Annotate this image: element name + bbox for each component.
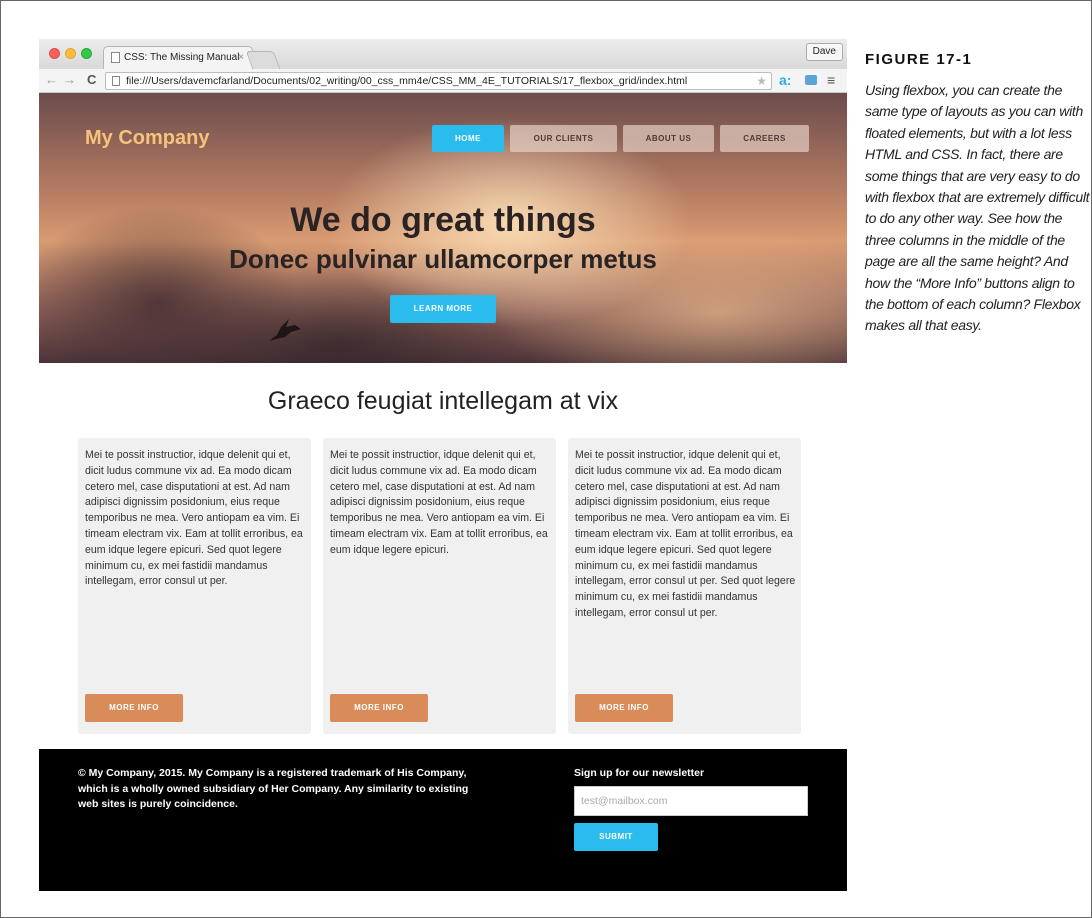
column-text: Mei te possit instructior, idque delenit… <box>330 449 548 556</box>
hero-title: We do great things <box>290 201 596 239</box>
feature-column-3: Mei te possit instructior, idque delenit… <box>568 438 801 734</box>
extension-icon[interactable]: a: <box>779 72 791 88</box>
newsletter-email-input[interactable] <box>574 786 808 816</box>
hero-subtitle: Donec pulvinar ullamcorper metus <box>229 244 657 274</box>
submit-button[interactable]: SUBMIT <box>574 823 658 851</box>
nav-home[interactable]: HOME <box>432 125 504 152</box>
browser-window: CSS: The Missing Manual × Dave ← → C fil… <box>39 39 847 891</box>
nav-our-clients[interactable]: OUR CLIENTS <box>510 125 617 152</box>
url-text: file:///Users/davemcfarland/Documents/02… <box>126 75 688 87</box>
newsletter-heading: Sign up for our newsletter <box>574 767 705 779</box>
camera-extension-icon[interactable] <box>805 75 817 85</box>
more-info-button[interactable]: MORE INFO <box>575 694 673 722</box>
column-text: Mei te possit instructior, idque delenit… <box>85 449 303 588</box>
browser-tab[interactable]: CSS: The Missing Manual × <box>103 46 253 69</box>
site-footer: © My Company, 2015. My Company is a regi… <box>39 749 847 891</box>
more-info-button[interactable]: MORE INFO <box>85 694 183 722</box>
tab-title: CSS: The Missing Manual <box>124 52 240 63</box>
profile-button[interactable]: Dave <box>805 43 843 61</box>
hero-banner: My Company HOME OUR CLIENTS ABOUT US CAR… <box>39 93 847 363</box>
toolbar: ← → C file:///Users/davemcfarland/Docume… <box>39 69 847 93</box>
nav-careers[interactable]: CAREERS <box>720 125 809 152</box>
address-bar[interactable]: file:///Users/davemcfarland/Documents/02… <box>105 72 772 90</box>
tab-close-icon[interactable]: × <box>238 47 244 69</box>
nav-about-us[interactable]: ABOUT US <box>623 125 714 152</box>
bird-silhouette-icon <box>269 319 301 341</box>
more-info-button[interactable]: MORE INFO <box>330 694 428 722</box>
minimize-window-icon[interactable] <box>65 48 76 59</box>
column-text: Mei te possit instructior, idque delenit… <box>575 449 796 619</box>
back-arrow-icon[interactable]: ← <box>45 73 58 87</box>
feature-column-2: Mei te possit instructior, idque delenit… <box>323 438 556 734</box>
feature-column-1: Mei te possit instructior, idque delenit… <box>78 438 311 734</box>
figure-caption: Using flexbox, you can create the same t… <box>865 82 1090 334</box>
maximize-window-icon[interactable] <box>81 48 92 59</box>
page-icon <box>111 52 120 63</box>
forward-arrow-icon[interactable]: → <box>63 73 76 87</box>
bookmark-star-icon[interactable]: ★ <box>756 73 767 89</box>
tab-strip: CSS: The Missing Manual × Dave <box>39 39 847 69</box>
site-logo[interactable]: My Company <box>85 127 209 150</box>
learn-more-button[interactable]: LEARN MORE <box>390 295 496 323</box>
book-page: CSS: The Missing Manual × Dave ← → C fil… <box>0 0 1092 918</box>
close-window-icon[interactable] <box>49 48 60 59</box>
menu-icon[interactable]: ≡ <box>827 71 835 89</box>
new-tab-button[interactable] <box>245 51 281 69</box>
file-icon <box>112 76 120 86</box>
section-title: Graeco feugiat intellegam at vix <box>267 387 619 415</box>
reload-icon[interactable]: C <box>87 73 96 87</box>
footer-copyright: © My Company, 2015. My Company is a regi… <box>78 767 469 810</box>
figure-label: FIGURE 17-1 <box>865 51 973 68</box>
